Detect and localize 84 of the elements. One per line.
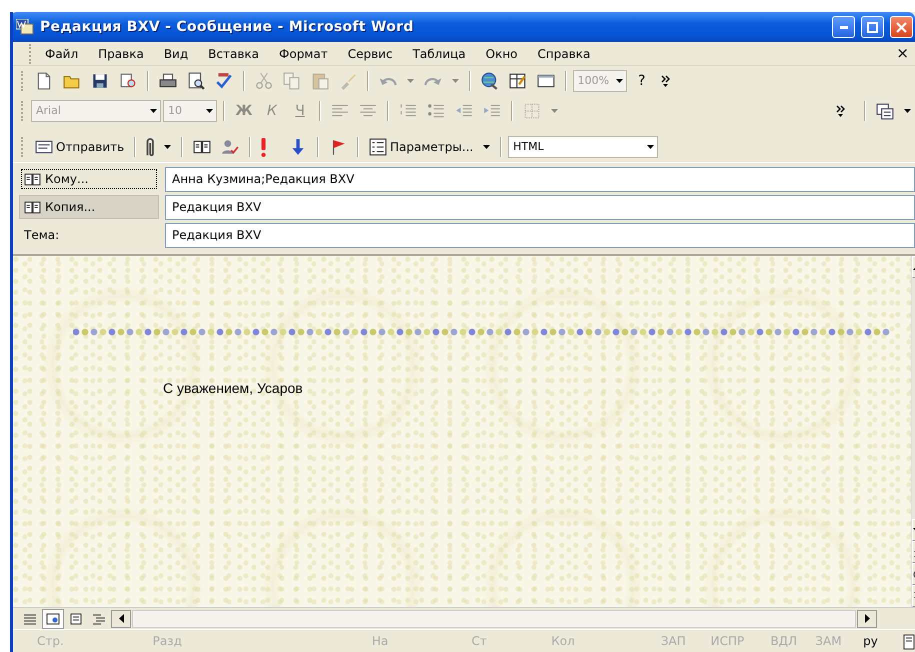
scroll-right-button[interactable] [857,610,877,628]
chevron-icon [660,75,670,87]
caret-icon [406,79,414,83]
status-text: ЗАП [660,633,687,650]
input-field[interactable]: Редакция BXV [165,222,915,248]
status-text: ИСПР [710,633,746,650]
clipboard-icon [311,72,329,90]
menu-item[interactable]: Справка [530,44,598,64]
status-text: Кол [551,633,576,650]
scissors-icon [255,72,273,90]
menu-item[interactable]: Вставка [200,44,268,64]
close-icon [896,22,907,32]
print-layout-icon [68,610,84,626]
menu-item[interactable]: Формат [271,44,336,64]
borders-icon [523,102,541,120]
word-document-icon [16,19,34,35]
caret-icon [164,145,172,149]
close-document-button[interactable]: × [896,42,909,65]
status-text: На [372,633,390,650]
status-text: ру [863,633,879,650]
minimize-icon [840,26,848,28]
view-button[interactable] [42,608,64,628]
table-pen-icon [508,72,527,90]
right-arrow-icon [864,614,870,623]
recipient-button[interactable]: Кому... [19,167,159,191]
caret-icon [452,79,459,83]
input-field[interactable]: Анна Кузмина;Редакция BXV [165,166,915,192]
envelope-icon [35,138,53,156]
close-button[interactable] [890,16,913,38]
document-magnifier-icon [119,72,137,90]
maximize-button[interactable] [861,16,884,38]
menu-item[interactable]: Таблица [404,44,474,64]
caret-icon [616,79,623,83]
menu-item[interactable]: Вид [156,44,196,64]
print-preview-icon [187,72,205,90]
toolbar-button[interactable]: Параметры... [365,134,494,160]
window-frame-icon [536,72,555,90]
book-icon [902,634,915,650]
dropdown-field[interactable]: HTML [508,136,658,158]
person-check-icon [221,138,240,156]
menu-item[interactable]: Правка [90,44,152,64]
maximize-icon [867,22,878,32]
undo-arrow-icon [379,76,397,86]
status-text: Ст [471,633,488,650]
status-text: Разд [152,633,183,650]
status-text: ЗАМ [815,633,843,650]
menu-item[interactable]: Файл [37,44,86,64]
menu-item[interactable]: Окно [478,44,526,64]
minimize-button[interactable] [832,16,855,38]
paintbrush-icon [339,72,357,90]
options-icon [369,138,388,156]
window-title: Редакция BXV - Сообщение - Microsoft Word [40,18,415,36]
scroll-left-button[interactable] [111,610,131,628]
globe-link-icon [480,72,499,90]
field-label: Тема: [23,227,60,244]
caret-icon [550,109,558,113]
address-book-icon [193,138,212,156]
spelling-check-icon [215,72,233,90]
web-view-icon [45,610,61,626]
recipient-button[interactable]: Копия... [19,195,159,219]
caret-icon [150,109,156,113]
status-text: Стр. [37,633,65,650]
task-pane-icon [876,102,894,120]
chevron-icon [836,105,846,117]
input-field[interactable]: Редакция BXV [165,194,915,220]
toolbar-button[interactable]: Отправить [31,134,128,160]
left-arrow-icon [118,614,124,623]
printer-icon [159,72,177,90]
address-book-icon [24,198,41,216]
paperclip-icon [146,138,154,156]
new-document-icon [35,72,53,90]
caret-icon [646,145,654,149]
caret-icon [904,109,911,113]
exclamation-icon [261,138,266,156]
status-text: ВДЛ [770,633,798,650]
signature-text: С уважением, Усаров [163,379,304,398]
caret-icon [206,109,212,113]
redo-arrow-icon [424,76,442,86]
copy-icon [283,72,301,90]
toolbar-button[interactable]: ? [628,68,655,94]
address-book-icon [24,170,41,188]
caret-icon [483,145,490,149]
bulleted-list-icon [427,102,445,120]
menu-item[interactable]: Сервис [340,44,401,64]
